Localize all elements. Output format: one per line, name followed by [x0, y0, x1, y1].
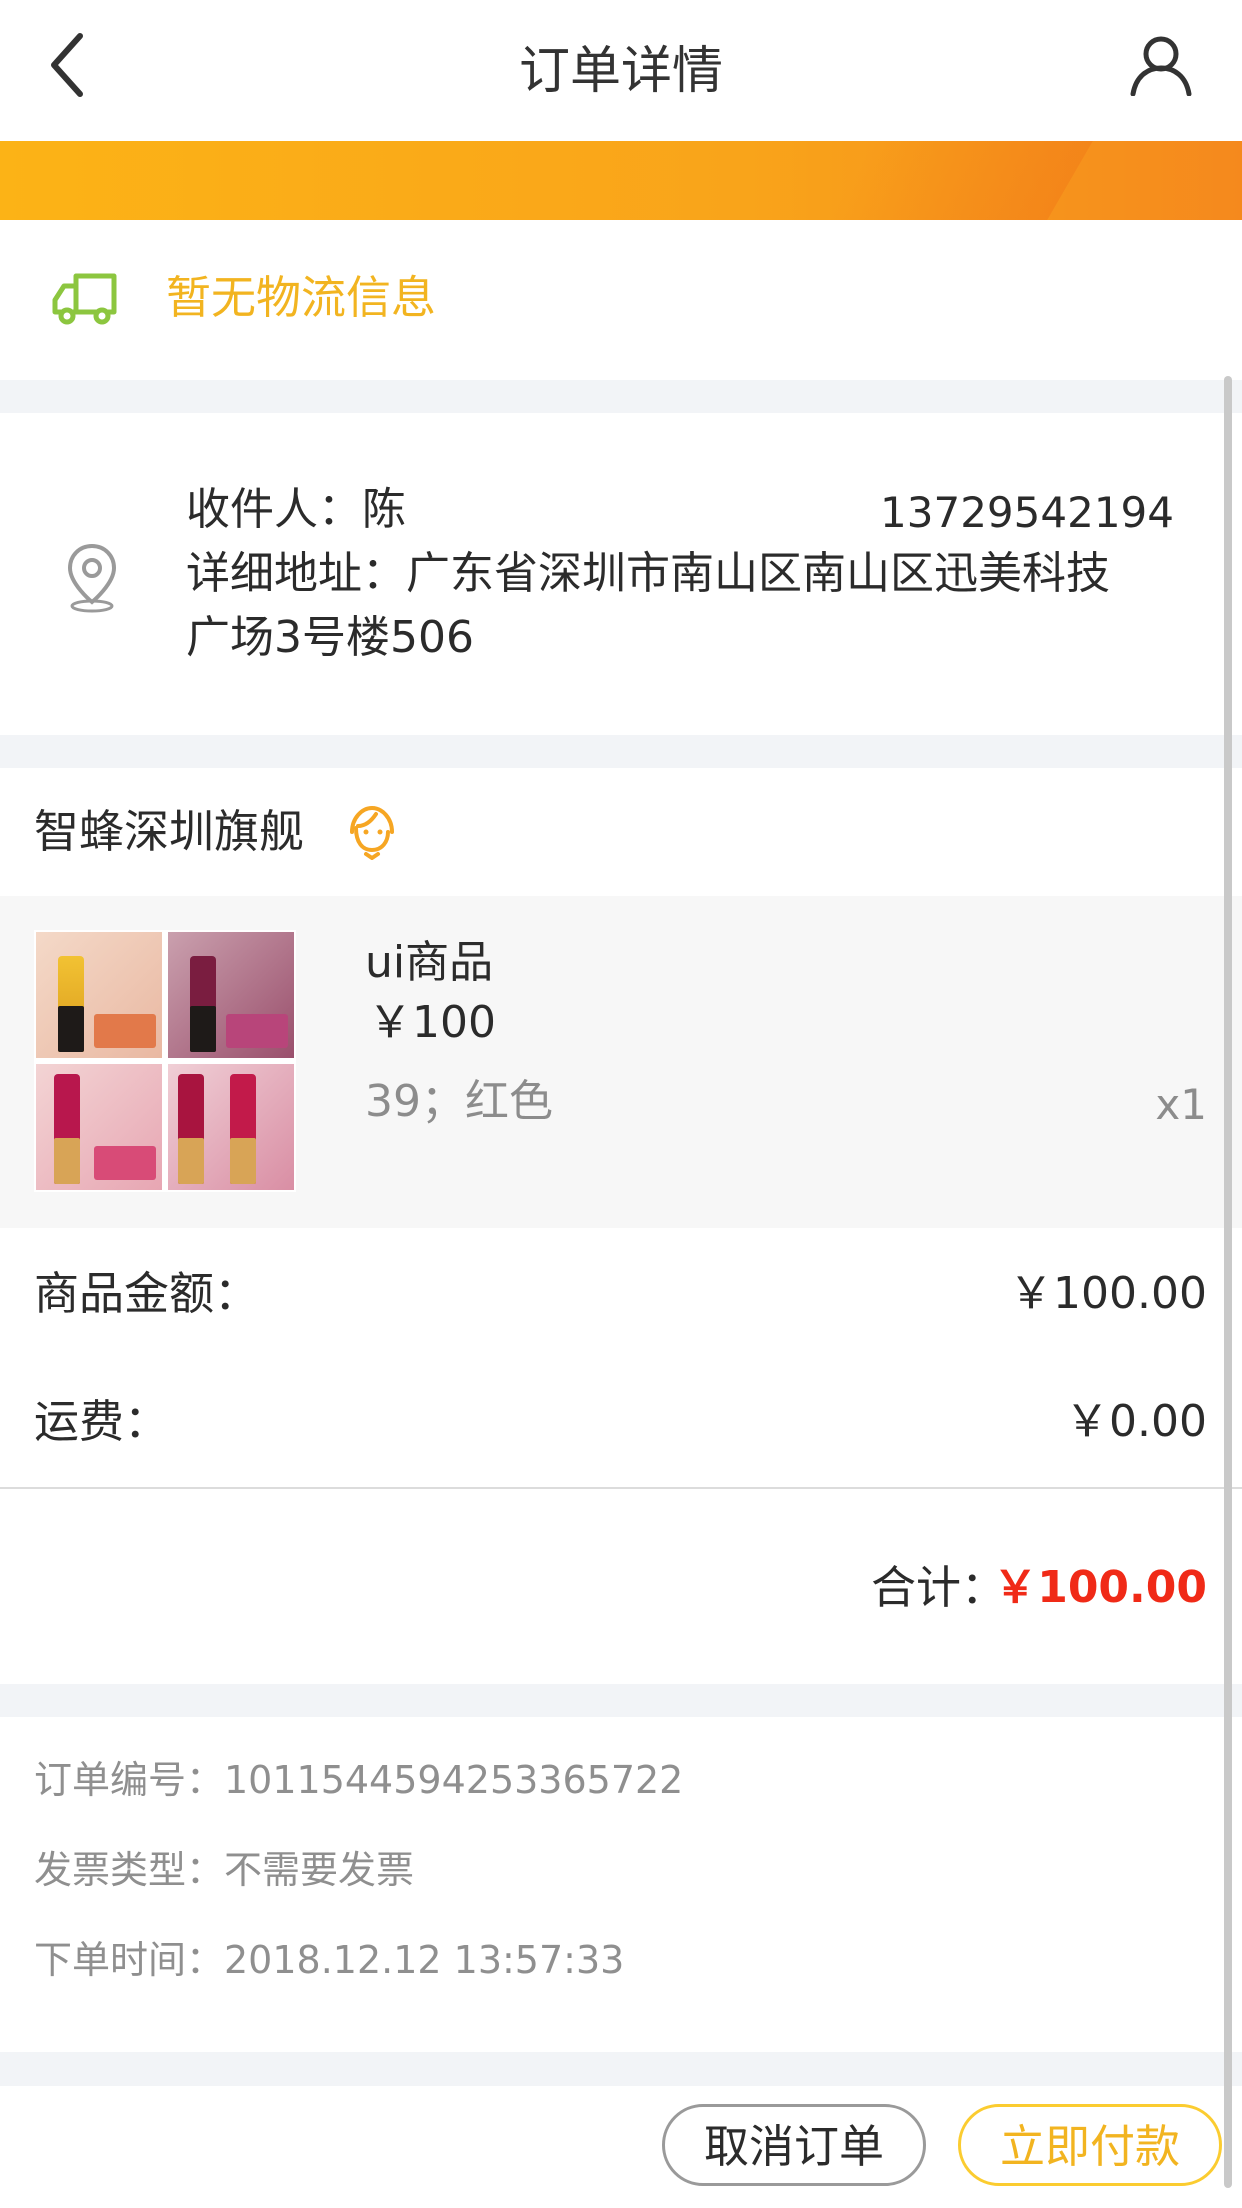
shipping-fee-value: ￥0.00 — [1065, 1396, 1207, 1447]
location-pin-icon — [67, 543, 117, 613]
recipient-name: 收件人：陈 — [186, 484, 406, 535]
section-gap — [0, 2052, 1242, 2086]
recipient-phone: 13729542194 — [880, 488, 1174, 537]
shipping-fee-label: 运费： — [34, 1395, 170, 1448]
divider — [0, 1487, 1242, 1489]
goods-amount-value: ￥100.00 — [1009, 1268, 1207, 1319]
total-label: 合计： — [870, 1561, 1006, 1614]
product-spec: 39；红色 — [365, 1076, 553, 1127]
order-number: 订单编号：1011544594253365722 — [34, 1758, 684, 1802]
status-banner — [0, 141, 1242, 220]
product-price: ￥100 — [368, 997, 496, 1048]
logistics-status-text: 暂无物流信息 — [166, 271, 437, 324]
section-gap — [0, 735, 1242, 768]
page-title: 订单详情 — [518, 42, 723, 101]
product-quantity: x1 — [1155, 1080, 1207, 1129]
customer-service-icon[interactable] — [344, 802, 398, 860]
address-line-2: 广场3号楼506 — [186, 612, 474, 663]
shipping-address: 详细地址：广东省深圳市南山区南山区迅美科技 广场3号楼506 — [186, 542, 1176, 670]
address-line-1: 详细地址：广东省深圳市南山区南山区迅美科技 — [186, 548, 1110, 599]
truck-icon — [52, 273, 117, 325]
cancel-order-button[interactable]: 取消订单 — [662, 2104, 926, 2186]
section-gap — [0, 380, 1242, 413]
section-gap — [0, 1684, 1242, 1717]
scrollbar[interactable] — [1224, 376, 1232, 2188]
order-time: 下单时间：2018.12.12 13:57:33 — [34, 1938, 625, 1982]
user-icon[interactable] — [1128, 34, 1194, 96]
store-name[interactable]: 智蜂深圳旗舰 — [34, 800, 304, 864]
pay-now-button[interactable]: 立即付款 — [958, 2104, 1222, 2186]
product-image — [34, 930, 296, 1192]
product-name: ui商品 — [365, 937, 494, 988]
total-value: ￥100.00 — [993, 1562, 1207, 1613]
invoice-type: 发票类型：不需要发票 — [34, 1848, 415, 1892]
goods-amount-label: 商品金额： — [34, 1267, 260, 1320]
